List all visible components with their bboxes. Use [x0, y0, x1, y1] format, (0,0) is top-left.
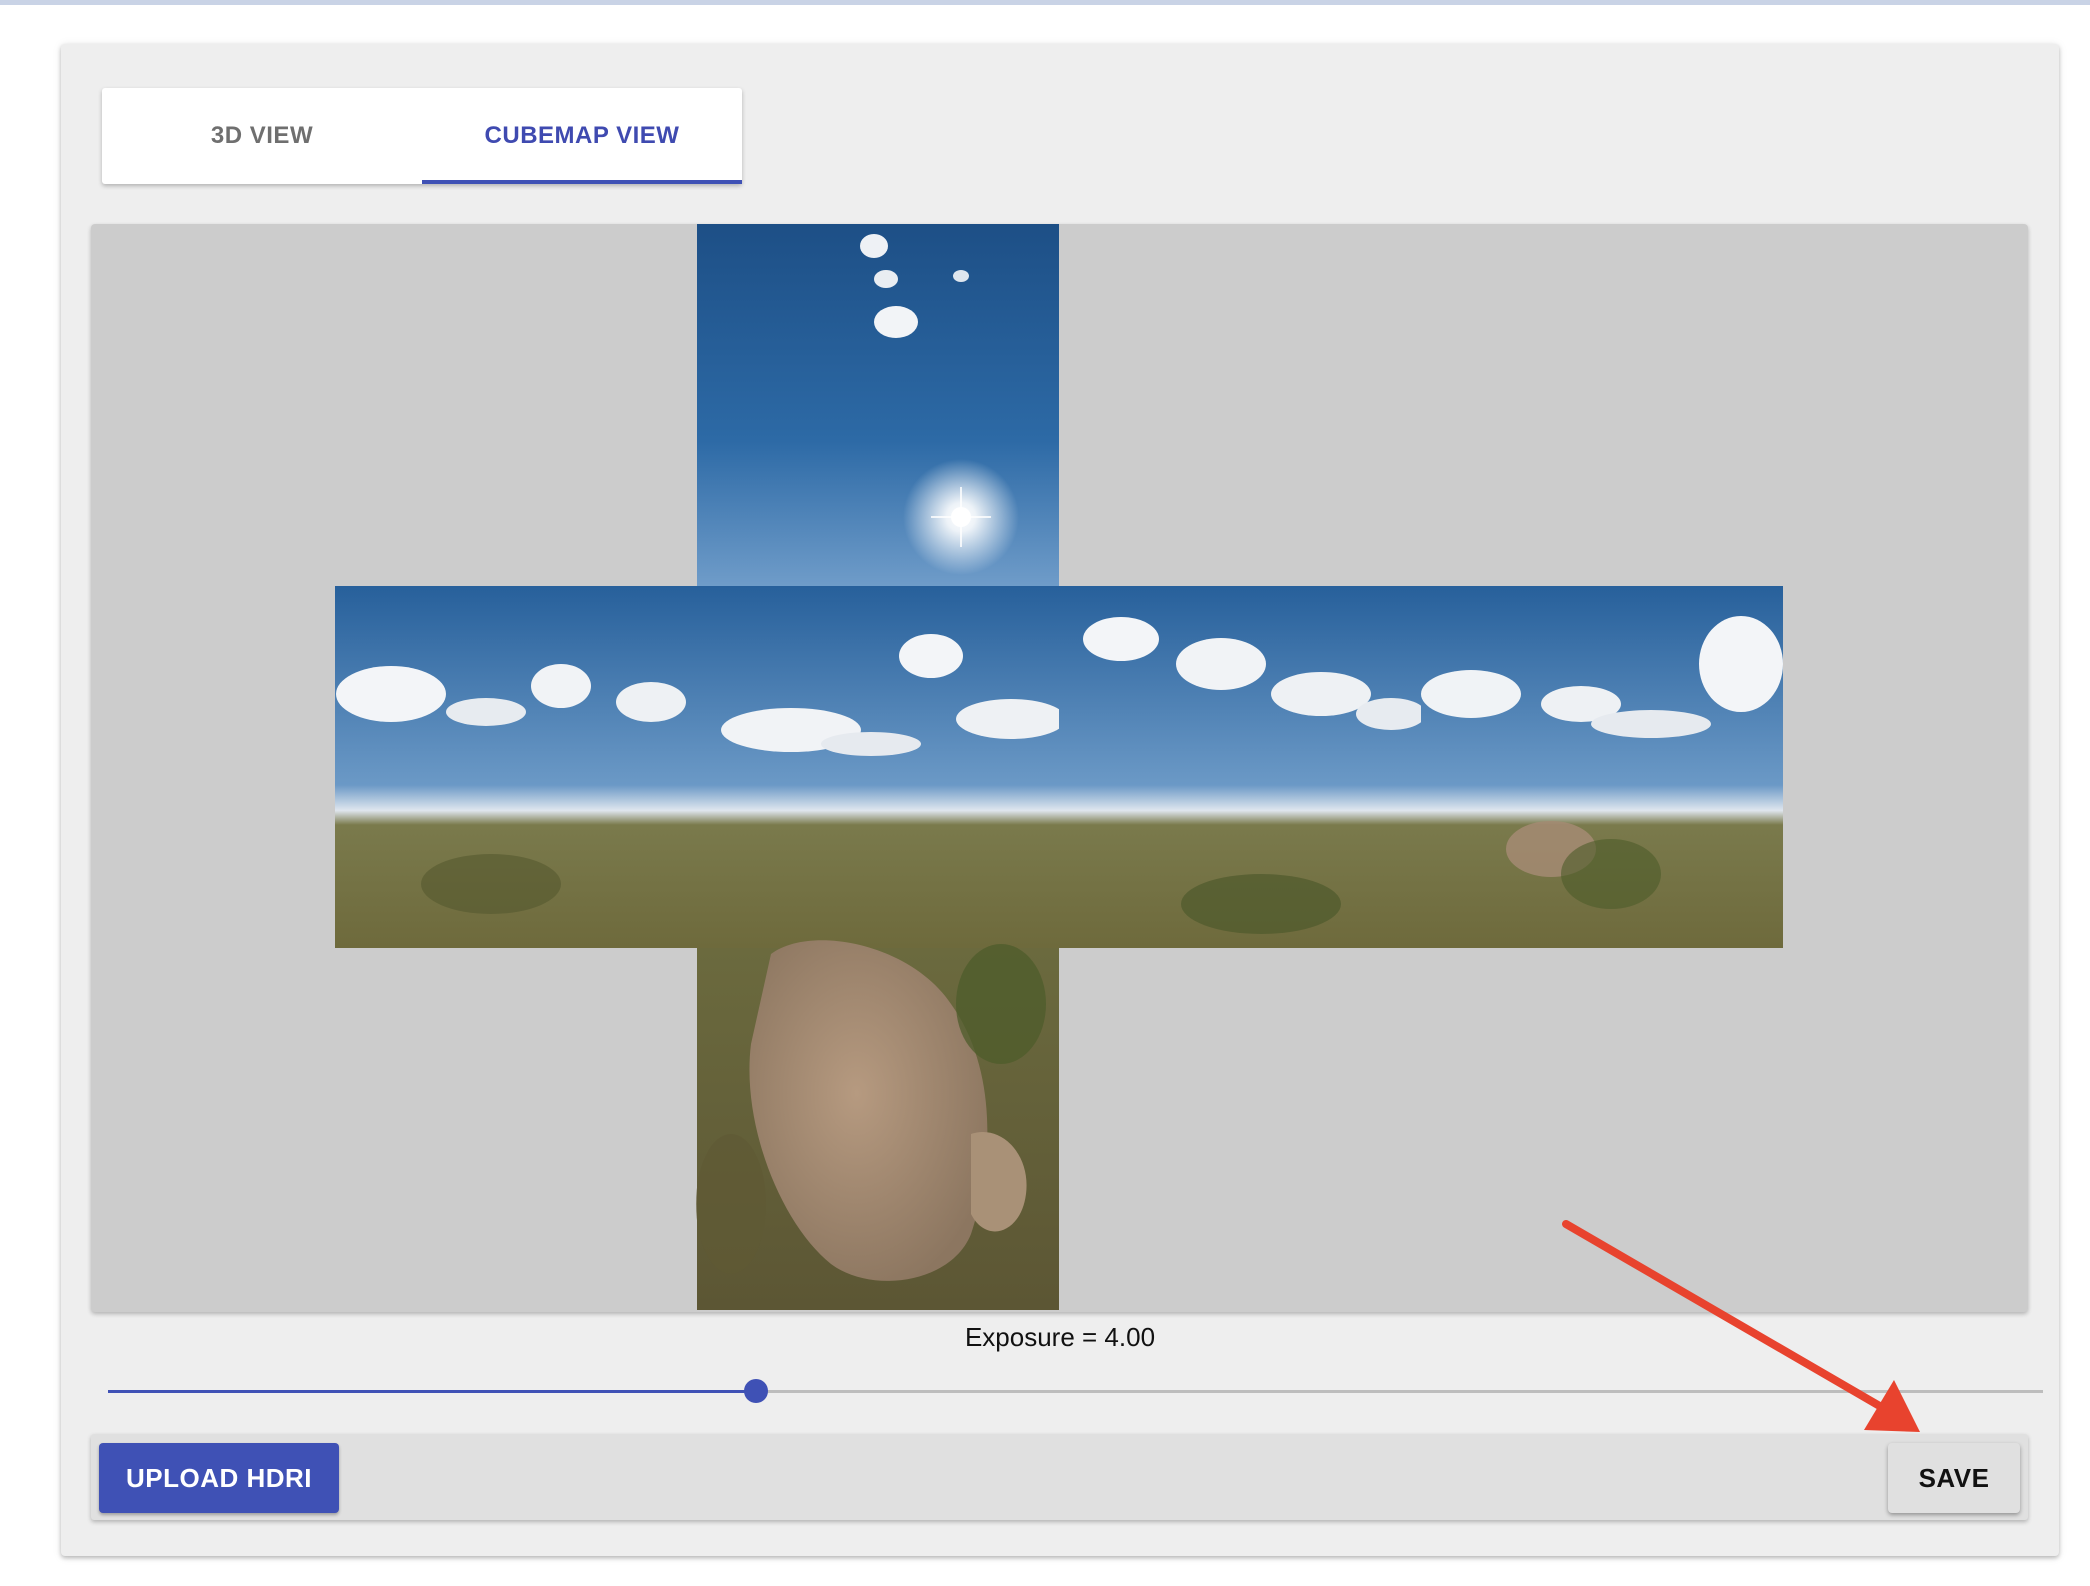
- exposure-label: Exposure = 4.00: [964, 1322, 1156, 1352]
- view-tabs: 3D VIEW CUBEMAP VIEW: [102, 88, 742, 184]
- tab-cubemap-view[interactable]: CUBEMAP VIEW: [422, 88, 742, 184]
- exposure-slider-fill: [108, 1390, 757, 1393]
- save-button[interactable]: SAVE: [1888, 1443, 2020, 1513]
- tab-3d-view[interactable]: 3D VIEW: [102, 88, 422, 184]
- cubemap-face-front: [697, 586, 1066, 948]
- cubemap-face-bottom: [696, 940, 1059, 1310]
- hdri-editor-card: 3D VIEW CUBEMAP VIEW Exposure = 4.00 UPL…: [61, 44, 2059, 1556]
- cubemap-face-top: [697, 224, 1059, 586]
- exposure-slider-thumb[interactable]: [744, 1379, 769, 1403]
- cubemap-viewer[interactable]: [91, 224, 2028, 1312]
- action-toolbar: UPLOAD HDRI SAVE: [91, 1434, 2028, 1520]
- upload-hdri-button[interactable]: UPLOAD HDRI: [99, 1443, 339, 1513]
- cubemap-cross-image: [335, 224, 1783, 1310]
- browser-top-border: [0, 0, 2090, 5]
- exposure-slider[interactable]: [108, 1379, 2043, 1403]
